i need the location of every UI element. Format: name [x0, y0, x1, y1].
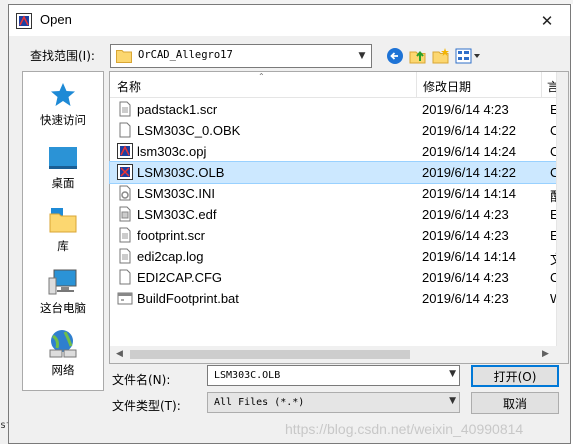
list-header: ⌃ 名称 修改日期 言 — [110, 72, 559, 98]
place-label: 这台电脑 — [40, 301, 86, 315]
file-icon — [117, 122, 133, 138]
lookin-value: OrCAD_Allegro17 — [138, 49, 233, 61]
batch-file-icon — [117, 290, 133, 306]
scroll-right-icon[interactable]: ▶ — [542, 349, 549, 359]
place-network[interactable]: 网络 — [23, 328, 103, 378]
file-name: edi2cap.log — [137, 249, 204, 264]
edf-file-icon — [117, 206, 133, 222]
file-row[interactable]: lsm303c.opj 2019/6/14 14:24 C — [110, 141, 559, 162]
file-row[interactable]: LSM303C.edf 2019/6/14 4:23 E — [110, 204, 559, 225]
file-date: 2019/6/14 14:14 — [422, 186, 516, 201]
file-row[interactable]: LSM303C_0.OBK 2019/6/14 14:22 C — [110, 120, 559, 141]
place-this-pc[interactable]: 这台电脑 — [23, 268, 103, 316]
filename-value: LSM303C.OLB — [214, 370, 281, 381]
desktop-icon — [49, 147, 77, 169]
scroll-left-icon[interactable]: ◀ — [116, 349, 123, 359]
place-library[interactable]: 库 — [23, 206, 103, 254]
file-row[interactable]: BuildFootprint.bat2019/6/14 4:23W — [110, 288, 562, 309]
file-date: 2019/6/14 14:14 — [422, 249, 516, 264]
window-title: Open — [40, 12, 72, 27]
watermark: https://blog.csdn.net/weixin_40990814 — [285, 421, 524, 437]
file-date: 2019/6/14 4:23 — [422, 228, 509, 243]
file-row[interactable]: padstack1.scr 2019/6/14 4:23 E — [110, 99, 559, 120]
text-file-icon — [117, 248, 133, 264]
file-row[interactable]: LSM303C.INI2019/6/14 14:14配 — [110, 183, 563, 204]
file-date: 2019/6/14 4:23 — [422, 102, 509, 117]
chevron-down-icon[interactable]: ▼ — [353, 45, 371, 67]
orcad-library-icon — [117, 164, 133, 180]
scroll-thumb[interactable] — [130, 350, 410, 359]
file-row[interactable]: LSM303C.OLB 2019/6/14 14:22 C — [109, 161, 559, 184]
star-icon — [51, 83, 75, 106]
new-folder-icon[interactable] — [432, 47, 450, 65]
file-row[interactable]: EDI2CAP.CFG 2019/6/14 4:23 C — [110, 267, 559, 288]
file-name: padstack1.scr — [137, 102, 218, 117]
file-date: 2019/6/14 14:22 — [422, 165, 516, 180]
file-name: LSM303C.OLB — [137, 165, 225, 180]
open-file-dialog: Open ✕ 查找范围(I): OrCAD_Allegro17 ▼ 快速访问 桌… — [8, 4, 571, 444]
library-icon — [49, 208, 77, 233]
column-header-date[interactable]: 修改日期 — [423, 78, 471, 95]
file-date: 2019/6/14 4:23 — [422, 291, 509, 306]
chevron-down-icon[interactable]: ▼ — [449, 396, 456, 406]
place-label: 网络 — [51, 363, 75, 377]
filename-label: 文件名(N): — [112, 373, 171, 387]
filetype-label: 文件类型(T): — [112, 399, 181, 413]
file-date: 2019/6/14 14:24 — [422, 144, 516, 159]
file-row[interactable]: edi2cap.log2019/6/14 14:14文 — [110, 246, 563, 267]
folder-icon — [116, 50, 132, 63]
place-label: 桌面 — [51, 176, 75, 190]
orcad-project-icon — [117, 143, 133, 159]
vertical-scrollbar[interactable] — [556, 72, 568, 347]
text-file-icon — [117, 101, 133, 117]
filetype-select[interactable]: All Files (*.*) ▼ — [207, 392, 460, 413]
orcad-app-icon — [16, 13, 32, 29]
sort-arrow-icon: ⌃ — [258, 72, 265, 81]
place-quick-access[interactable]: 快速访问 — [23, 82, 103, 128]
column-header-name[interactable]: 名称 — [117, 78, 141, 95]
horizontal-scrollbar[interactable]: ◀ ▶ — [110, 346, 556, 363]
file-name: LSM303C.INI — [137, 186, 216, 201]
title-bar: Open ✕ — [9, 5, 570, 36]
file-date: 2019/6/14 4:23 — [422, 207, 509, 222]
file-name: footprint.scr — [137, 228, 205, 243]
file-name: EDI2CAP.CFG — [137, 270, 223, 285]
lookin-label: 查找范围(I): — [30, 49, 95, 63]
file-list: ⌃ 名称 修改日期 言 padstack1.scr 2019/6/14 4:23 E… — [109, 71, 569, 364]
file-name: lsm303c.opj — [137, 144, 207, 159]
place-label: 快速访问 — [40, 113, 86, 127]
up-folder-icon[interactable] — [409, 47, 427, 65]
filetype-value: All Files (*.*) — [214, 397, 305, 408]
file-name: LSM303C_0.OBK — [137, 123, 241, 138]
file-date: 2019/6/14 14:22 — [422, 123, 516, 138]
close-button[interactable]: ✕ — [524, 5, 570, 36]
filename-input[interactable]: LSM303C.OLB ▼ — [207, 365, 460, 386]
computer-icon — [48, 269, 77, 295]
network-icon — [49, 330, 77, 358]
place-label: 库 — [57, 239, 69, 253]
ini-file-icon — [117, 185, 133, 201]
file-name: LSM303C.edf — [137, 207, 217, 222]
chevron-down-icon[interactable]: ▼ — [449, 369, 456, 379]
file-row[interactable]: footprint.scr 2019/6/14 4:23 E — [110, 225, 559, 246]
places-bar: 快速访问 桌面 库 这台电脑 网络 — [22, 71, 104, 391]
cancel-button[interactable]: 取消 — [471, 392, 559, 414]
open-button[interactable]: 打开(O) — [471, 365, 559, 387]
back-icon[interactable] — [386, 47, 404, 65]
file-name: BuildFootprint.bat — [137, 291, 239, 306]
place-desktop[interactable]: 桌面 — [23, 145, 103, 191]
lookin-dropdown[interactable]: OrCAD_Allegro17 ▼ — [110, 44, 372, 68]
view-menu-icon[interactable] — [455, 47, 483, 65]
text-file-icon — [117, 227, 133, 243]
file-icon — [117, 269, 133, 285]
file-date: 2019/6/14 4:23 — [422, 270, 509, 285]
